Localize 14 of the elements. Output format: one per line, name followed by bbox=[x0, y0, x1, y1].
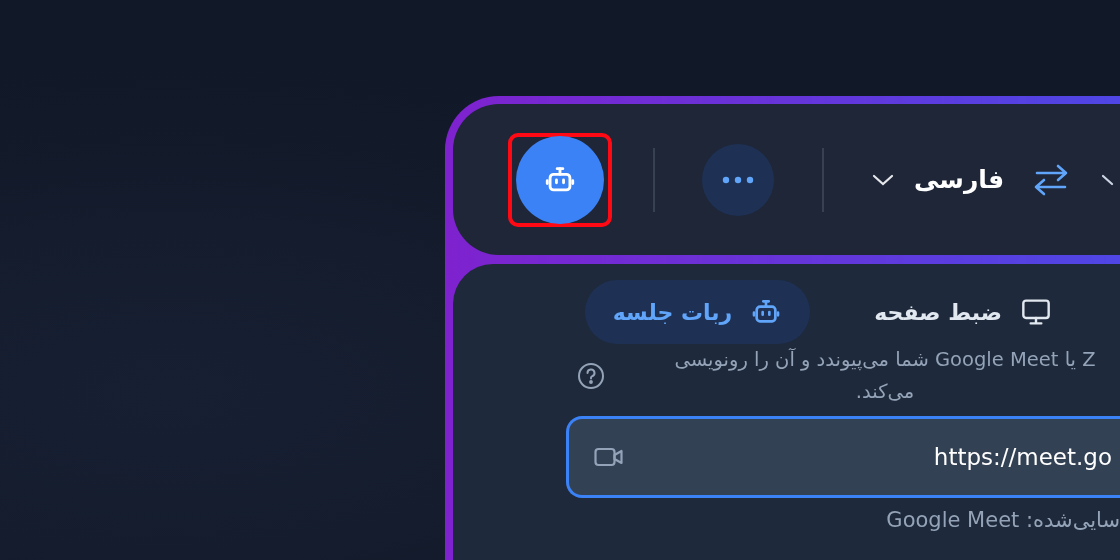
chevron-down-icon[interactable] bbox=[1102, 173, 1115, 186]
bot-button[interactable] bbox=[516, 135, 604, 224]
meeting-link-field[interactable]: https://meet.go bbox=[566, 416, 1120, 498]
hint-text: سایی‌شده: Google Meet bbox=[885, 508, 1120, 532]
tab[interactable]: ضبط صفحه bbox=[846, 280, 1080, 344]
description-text: Z یا Google Meet شما می‌پیوندد و آن را رونویسی می‌کند. bbox=[673, 347, 1097, 405]
more-icon bbox=[722, 175, 754, 184]
language-dropdown[interactable]: فارسی bbox=[872, 165, 1005, 194]
tab[interactable]: ربات جلسه bbox=[584, 280, 811, 344]
monitor-icon bbox=[1020, 296, 1052, 328]
video-camera-icon bbox=[594, 447, 624, 467]
swap-icon[interactable] bbox=[1034, 163, 1069, 196]
help-icon[interactable] bbox=[577, 362, 605, 390]
chevron-down-icon bbox=[872, 173, 894, 186]
